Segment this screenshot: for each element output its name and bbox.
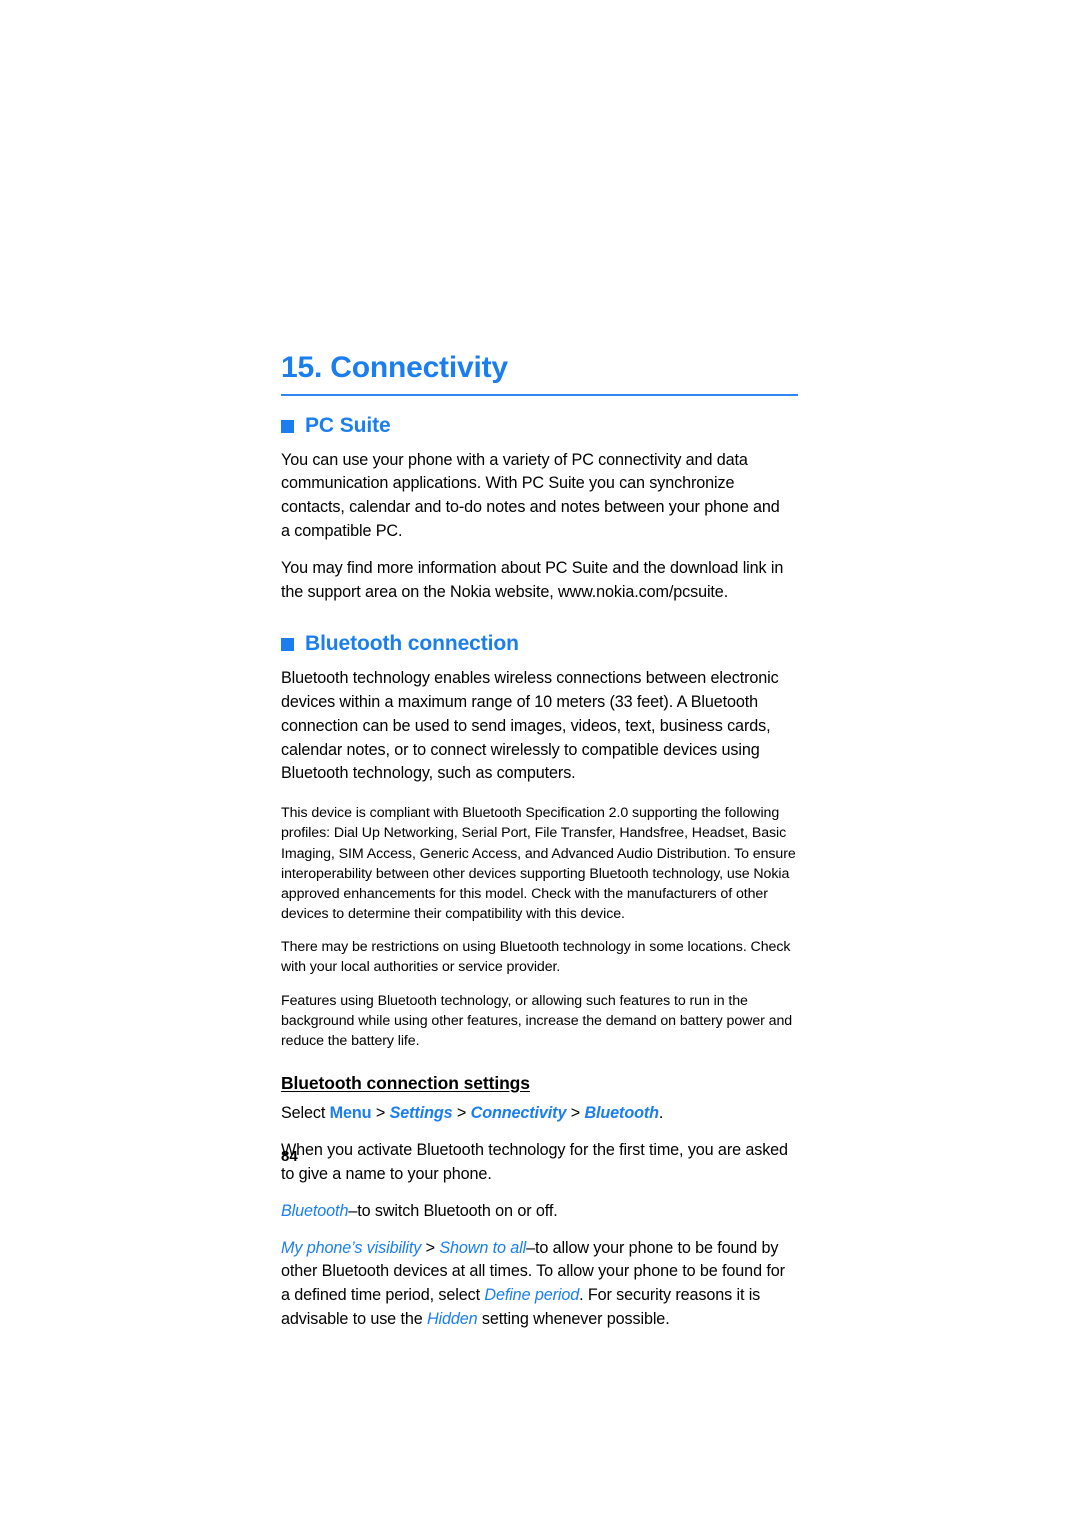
- chapter-title: 15. Connectivity: [281, 351, 508, 384]
- section-heading-label: Bluetooth connection: [305, 631, 519, 655]
- option-visibility-line: My phone’s visibility > Shown to all–to …: [281, 1237, 790, 1333]
- bluetooth-paragraph-1: Bluetooth technology enables wireless co…: [281, 668, 779, 783]
- option-bluetooth-term: Bluetooth: [281, 1201, 349, 1220]
- subsection-heading-bluetooth-settings: Bluetooth connection settings: [281, 1073, 530, 1094]
- menu-path-separator: >: [375, 1104, 386, 1123]
- menu-path-separator: >: [570, 1104, 581, 1123]
- option-visibility-value: Shown to all: [439, 1238, 527, 1257]
- menu-path-separator: >: [425, 1238, 435, 1257]
- select-label: Select: [281, 1104, 326, 1123]
- menu-path-connectivity: Connectivity: [470, 1104, 567, 1123]
- bluetooth-note-3: Features using Bluetooth technology, or …: [281, 992, 793, 1049]
- option-bluetooth-description: –to switch Bluetooth on or off.: [348, 1201, 558, 1220]
- option-hidden-term: Hidden: [426, 1310, 478, 1329]
- square-bullet-icon: [281, 420, 294, 433]
- bluetooth-note-2: There may be restrictions on using Bluet…: [281, 939, 791, 976]
- menu-path-line: Select Menu > Settings > Connectivity > …: [281, 1102, 790, 1126]
- bluetooth-notes: This device is compliant with Bluetooth …: [281, 803, 798, 1051]
- menu-path-period: .: [658, 1104, 664, 1123]
- menu-path-bluetooth: Bluetooth: [584, 1104, 659, 1123]
- pc-suite-paragraph-2: You may find more information about PC S…: [281, 559, 784, 601]
- activate-paragraph: When you activate Bluetooth technology f…: [281, 1140, 788, 1183]
- option-define-period-term: Define period: [484, 1286, 580, 1305]
- option-visibility-description-3: setting whenever possible.: [477, 1310, 670, 1329]
- square-bullet-icon: [281, 638, 294, 652]
- menu-path-menu: Menu: [329, 1104, 372, 1123]
- bluetooth-note-1: This device is compliant with Bluetooth …: [281, 805, 796, 923]
- title-divider: [281, 393, 798, 396]
- menu-path-settings: Settings: [389, 1104, 453, 1123]
- page-number: 84: [281, 1148, 298, 1165]
- section-heading-bluetooth-connection: Bluetooth connection: [281, 632, 798, 656]
- menu-path-separator: >: [456, 1104, 467, 1123]
- document-page: 15. Connectivity PC Suite You can use yo…: [281, 352, 798, 1345]
- section-heading-label: PC Suite: [305, 413, 391, 437]
- option-bluetooth-line: Bluetooth–to switch Bluetooth on or off.: [281, 1200, 790, 1224]
- pc-suite-paragraph-1: You can use your phone with a variety of…: [281, 450, 780, 541]
- section-heading-pc-suite: PC Suite: [281, 414, 798, 438]
- option-visibility-term: My phone’s visibility: [281, 1238, 422, 1257]
